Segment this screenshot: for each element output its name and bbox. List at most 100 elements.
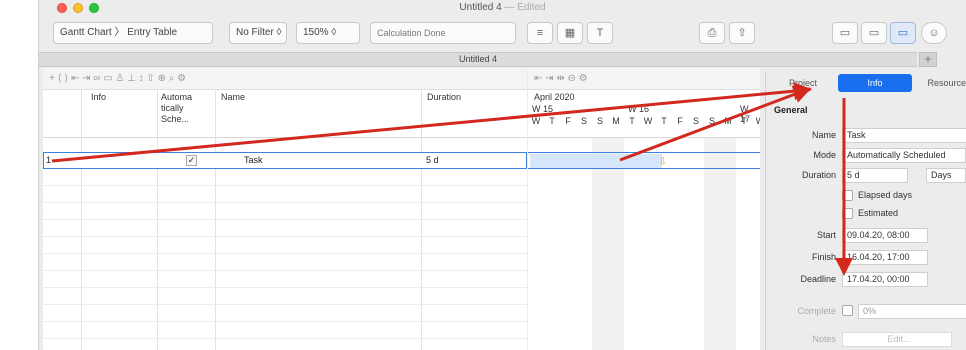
column-header-duration[interactable]: Duration [427,92,461,103]
complete-field[interactable]: 0% [858,304,966,319]
window-title: Untitled 4 [459,2,502,13]
timeline-day: S [692,116,699,126]
duration-unit-value: Days [931,170,952,180]
timeline-day: T [549,116,555,126]
column-header-name[interactable]: Name [221,92,245,103]
complete-label: Complete [797,306,836,316]
deadline-label: Deadline [800,274,836,284]
timeline-day: W [643,116,653,126]
timeline-header: April 2020 W 15 W 16 W 17 WTFSSMTWTFSSMT… [528,90,760,138]
edited-status: — Edited [504,2,546,13]
table-row[interactable] [43,271,527,288]
minimize-window-button[interactable] [73,3,83,13]
deadline-arrow-icon[interactable]: ⇩ [658,155,667,168]
tab-resources[interactable]: Resources [914,74,966,92]
document-tab[interactable]: Untitled 4 [39,52,917,67]
toolbar: Gantt Chart 〉 Entry Table No Filter ◊ 15… [39,18,966,48]
mode-label: Mode [813,150,836,160]
timeline-day: T [661,116,667,126]
inspector-panel: Project Info Resources General Name Task… [765,72,966,350]
mode-select[interactable]: Automatically Scheduled ▲▼ [842,148,966,163]
elapsed-days-checkbox[interactable] [842,190,853,201]
gantt-toolbar[interactable]: ⇤ ⇥ ⇹ ⊖ ⚙ [528,68,760,90]
finish-field[interactable]: 16.04.20, 17:00 [842,250,928,265]
table-row[interactable] [43,237,527,254]
task-duration-cell[interactable]: 5 d [426,155,439,165]
bottom-panel-icon[interactable]: ▭ [861,22,887,44]
timeline-day: S [708,116,715,126]
title-bar: Untitled 4 — Edited [39,0,966,16]
add-tab-button[interactable]: + [919,52,937,67]
calendar-icon[interactable]: ▦ [557,22,583,44]
timeline-day: T [741,116,747,126]
table-row[interactable] [43,254,527,271]
table-header: Info Automa tically Sche... Name Duratio… [43,90,527,138]
text-style-icon[interactable]: T [587,22,613,44]
print-icon[interactable]: ⎙ [699,22,725,44]
timeline-week: W 15 [532,104,554,114]
zoom-selector[interactable]: 150% ◊ [296,22,360,44]
timeline-week: W 16 [628,104,650,114]
column-header-info[interactable]: Info [91,92,106,103]
timeline-day: S [580,116,587,126]
elapsed-days-label: Elapsed days [858,190,913,200]
calculation-status: Calculation Done [370,22,516,44]
deadline-field[interactable]: 17.04.20, 00:00 [842,272,928,287]
row-number: 1 [46,155,52,165]
entry-table: + ⟨ ⟩ ⇤ ⇥ ∞ ▭ ♙ ⊥ ↕ ⇧ ⊕ ⌕ ⚙ Info Automa … [43,68,527,350]
table-row[interactable] [43,169,527,186]
estimated-label: Estimated [858,208,899,218]
inspector-tabs: Project Info Resources [766,72,966,94]
duration-label: Duration [801,170,836,180]
smiley-icon[interactable]: ☺ [921,22,947,44]
weekend-shading [592,138,624,350]
app-window: Untitled 4 — Edited Gantt Chart 〉 Entry … [38,0,966,350]
column-header-auto-scheduled[interactable]: Automa tically Sche... [161,92,205,125]
share-icon[interactable]: ⇧ [729,22,755,44]
table-toolbar[interactable]: + ⟨ ⟩ ⇤ ⇥ ∞ ▭ ♙ ⊥ ↕ ⇧ ⊕ ⌕ ⚙ [43,68,527,90]
left-sidebar-icon[interactable]: ▭ [832,22,858,44]
timeline-month: April 2020 [534,92,575,102]
gantt-chart: ⇤ ⇥ ⇹ ⊖ ⚙ April 2020 W 15 W 16 W 17 WTFS… [528,68,760,350]
duration-field[interactable]: 5 d [842,168,908,183]
filter-selector[interactable]: No Filter ◊ [229,22,287,44]
selected-row-highlight [528,152,760,169]
tab-project[interactable]: Project [770,74,836,92]
timeline-day: T [629,116,635,126]
timeline-day: F [565,116,571,126]
section-general: General [774,105,808,115]
view-path-selector[interactable]: Gantt Chart 〉 Entry Table [53,22,213,44]
table-row[interactable] [43,288,527,305]
close-window-button[interactable] [57,3,67,13]
zoom-window-button[interactable] [89,3,99,13]
timeline-day: F [677,116,683,126]
mode-value: Automatically Scheduled [847,150,946,160]
finish-label: Finish [811,252,836,262]
table-row[interactable] [43,203,527,220]
timeline-day: M [724,116,732,126]
name-label: Name [811,130,836,140]
start-label: Start [816,230,836,240]
complete-checkbox[interactable] [842,305,853,316]
duration-unit-select[interactable]: Days [926,168,966,183]
timeline-day: M [612,116,620,126]
estimated-checkbox[interactable] [842,208,853,219]
table-row[interactable] [43,322,527,339]
table-row[interactable] [43,186,527,203]
weekend-shading [704,138,736,350]
timeline-day: W [752,116,760,126]
edit-notes-button[interactable]: Edit... [842,332,952,347]
timeline-day: S [596,116,603,126]
table-row[interactable] [43,305,527,322]
task-name-cell[interactable]: Task [244,155,263,165]
notes-label: Notes [812,334,836,344]
start-field[interactable]: 09.04.20, 08:00 [842,228,928,243]
table-row[interactable] [43,220,527,237]
table-row[interactable]: 1 ✓ Task 5 d [43,152,527,169]
tab-info[interactable]: Info [838,74,912,92]
auto-scheduled-checkbox[interactable]: ✓ [186,155,197,166]
inspector-panel-icon[interactable]: ▭ [890,22,916,44]
timeline-day: W [531,116,541,126]
name-field[interactable]: Task [842,128,966,143]
sliders-icon[interactable]: ≡ [527,22,553,44]
